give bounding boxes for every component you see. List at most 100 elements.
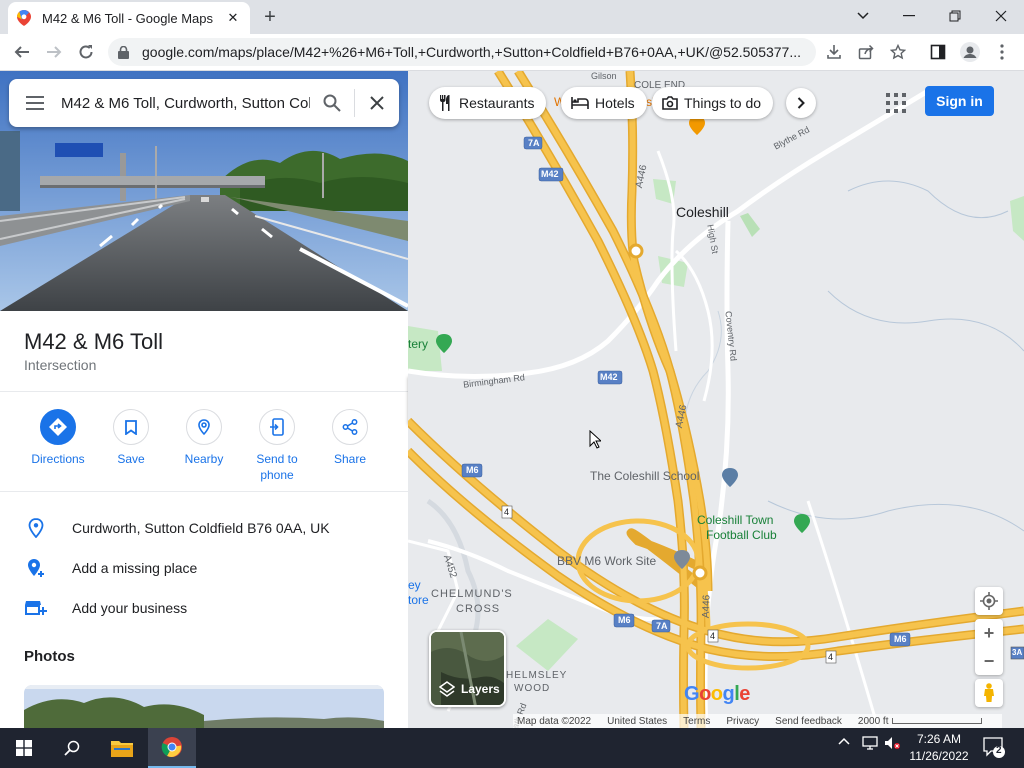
share-label: Share bbox=[333, 452, 367, 466]
zoom-in-icon[interactable]: + bbox=[975, 619, 1003, 647]
scale-bar bbox=[892, 718, 983, 724]
chip-hotels-label: Hotels bbox=[595, 95, 635, 111]
place-category[interactable]: Intersection bbox=[24, 357, 96, 373]
windows-taskbar: 7:26 AM 11/26/2022 2 bbox=[0, 728, 1024, 768]
mouse-cursor-icon bbox=[589, 430, 601, 449]
tab-search-chevron-icon[interactable] bbox=[840, 2, 886, 30]
search-icon[interactable] bbox=[310, 79, 354, 127]
minimize-icon[interactable] bbox=[886, 2, 932, 30]
nearby-icon bbox=[186, 409, 222, 445]
install-app-icon[interactable] bbox=[820, 38, 848, 66]
tab-close-icon[interactable]: ✕ bbox=[224, 9, 242, 27]
photo-thumbnail[interactable] bbox=[24, 685, 384, 728]
chip-restaurants[interactable]: Restaurants bbox=[429, 87, 547, 119]
place-panel: M42 & M6 Toll, Curdworth, Sutton Coldfie… bbox=[0, 71, 408, 728]
scale-label[interactable]: 2000 ft bbox=[858, 716, 889, 727]
show-hidden-icons-icon[interactable] bbox=[838, 736, 850, 751]
photos-heading: Photos bbox=[24, 648, 75, 665]
bed-icon bbox=[571, 97, 589, 109]
nearby-label: Nearby bbox=[184, 452, 224, 466]
share-icon bbox=[332, 409, 368, 445]
volume-muted-icon[interactable] bbox=[884, 736, 900, 753]
fork-knife-icon bbox=[440, 95, 450, 111]
windows-start-icon[interactable] bbox=[0, 728, 48, 768]
send-feedback-link[interactable]: Send feedback bbox=[775, 716, 842, 727]
map-canvas[interactable]: Coleshill COLE END Gilson Wheatsheaf Col… bbox=[408, 71, 1024, 728]
screen: M42 & M6 Toll - Google Maps ✕ + google.c… bbox=[0, 0, 1024, 768]
network-icon[interactable] bbox=[862, 736, 878, 753]
add-business-icon bbox=[0, 599, 72, 617]
file-explorer-icon[interactable] bbox=[98, 728, 146, 768]
directions-icon bbox=[40, 409, 76, 445]
save-label: Save bbox=[117, 452, 145, 466]
forward-icon[interactable] bbox=[40, 38, 68, 66]
phone-icon bbox=[259, 409, 295, 445]
terms-link[interactable]: Terms bbox=[683, 716, 710, 727]
privacy-link[interactable]: Privacy bbox=[726, 716, 759, 727]
chip-things-to-do[interactable]: Things to do bbox=[652, 87, 774, 119]
sign-in-button[interactable]: Sign in bbox=[925, 86, 994, 116]
action-buttons: Directions Save Nearby Send to phone Sha… bbox=[0, 409, 408, 493]
divider bbox=[0, 391, 408, 392]
divider bbox=[0, 491, 408, 492]
browser-tab[interactable]: M42 & M6 Toll - Google Maps ✕ bbox=[8, 2, 250, 34]
taskbar-search-icon[interactable] bbox=[48, 728, 96, 768]
address-text: Curdworth, Sutton Coldfield B76 0AA, UK bbox=[72, 520, 330, 536]
reload-icon[interactable] bbox=[72, 38, 100, 66]
country-text[interactable]: United States bbox=[607, 716, 667, 727]
clock-time: 7:26 AM bbox=[916, 732, 962, 746]
address-bar[interactable]: google.com/maps/place/M42+%26+M6+Toll,+C… bbox=[108, 38, 816, 66]
profile-avatar-icon[interactable] bbox=[956, 38, 984, 66]
google-apps-icon[interactable] bbox=[884, 91, 908, 115]
map-data-text[interactable]: Map data ©2022 bbox=[517, 716, 591, 727]
place-title: M42 & M6 Toll bbox=[24, 329, 163, 354]
clear-search-icon[interactable] bbox=[355, 79, 399, 127]
add-location-icon bbox=[0, 558, 72, 578]
directions-label: Directions bbox=[31, 452, 85, 466]
chrome-taskbar-icon[interactable] bbox=[148, 728, 196, 768]
google-logo: Google bbox=[684, 683, 750, 705]
address-row[interactable]: Curdworth, Sutton Coldfield B76 0AA, UK bbox=[0, 508, 408, 548]
chip-restaurants-label: Restaurants bbox=[459, 95, 535, 111]
zoom-out-icon[interactable]: − bbox=[975, 647, 1003, 675]
chip-things-to-do-label: Things to do bbox=[684, 95, 762, 111]
layers-button[interactable]: Layers bbox=[429, 630, 506, 707]
back-icon[interactable] bbox=[8, 38, 36, 66]
zoom-controls: + − bbox=[975, 619, 1003, 675]
add-business-row[interactable]: Add your business bbox=[0, 588, 408, 628]
side-panel-icon[interactable] bbox=[924, 38, 952, 66]
browser-menu-icon[interactable] bbox=[988, 38, 1016, 66]
browser-toolbar: google.com/maps/place/M42+%26+M6+Toll,+C… bbox=[0, 34, 1024, 71]
lock-icon[interactable] bbox=[118, 45, 132, 59]
share-button[interactable]: Share bbox=[313, 409, 387, 467]
pegman-icon[interactable] bbox=[975, 679, 1003, 707]
system-clock[interactable]: 7:26 AM 11/26/2022 bbox=[900, 731, 978, 765]
save-button[interactable]: Save bbox=[94, 409, 168, 467]
tab-strip: M42 & M6 Toll - Google Maps ✕ + bbox=[0, 0, 1024, 34]
layers-label-group: Layers bbox=[439, 681, 500, 697]
menu-icon[interactable] bbox=[9, 79, 61, 127]
chip-hotels[interactable]: Hotels bbox=[561, 87, 647, 119]
bookmark-icon bbox=[113, 409, 149, 445]
search-box: M42 & M6 Toll, Curdworth, Sutton Coldfie… bbox=[9, 79, 399, 127]
bookmark-star-icon[interactable] bbox=[884, 38, 912, 66]
restore-icon[interactable] bbox=[932, 2, 978, 30]
new-tab-icon[interactable]: + bbox=[258, 5, 282, 29]
url-text[interactable]: google.com/maps/place/M42+%26+M6+Toll,+C… bbox=[142, 44, 816, 60]
add-business-text: Add your business bbox=[72, 600, 188, 616]
search-input[interactable]: M42 & M6 Toll, Curdworth, Sutton Coldfie… bbox=[61, 95, 310, 112]
nearby-button[interactable]: Nearby bbox=[167, 409, 241, 467]
add-missing-place-row[interactable]: Add a missing place bbox=[0, 548, 408, 588]
directions-button[interactable]: Directions bbox=[21, 409, 95, 467]
close-window-icon[interactable] bbox=[978, 2, 1024, 30]
location-pin-icon bbox=[0, 518, 72, 538]
google-maps-favicon-icon bbox=[16, 10, 32, 26]
my-location-icon[interactable] bbox=[975, 587, 1003, 615]
chips-next-icon[interactable] bbox=[786, 88, 816, 118]
share-page-icon[interactable] bbox=[852, 38, 880, 66]
add-missing-place-text: Add a missing place bbox=[72, 560, 198, 576]
send-to-phone-label: Send to phone bbox=[256, 452, 298, 482]
notification-count: 2 bbox=[996, 745, 1002, 756]
send-to-phone-button[interactable]: Send to phone bbox=[240, 409, 314, 483]
notifications-icon[interactable]: 2 bbox=[983, 737, 1007, 762]
